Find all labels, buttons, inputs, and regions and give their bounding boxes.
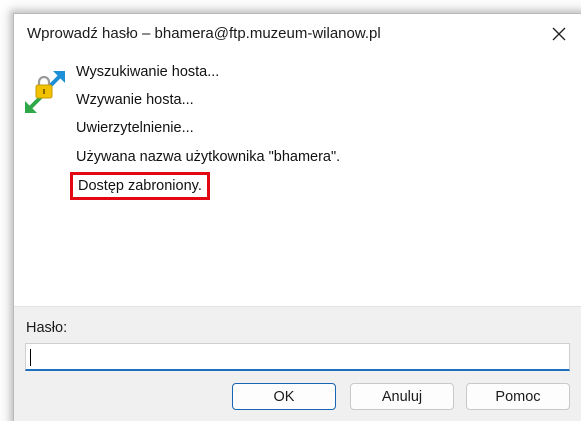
close-icon [552, 27, 566, 41]
log-line: Wyszukiwanie hosta... [76, 64, 220, 80]
password-input[interactable] [25, 343, 570, 371]
title-bar[interactable]: Wprowadź hasło – bhamera@ftp.muzeum-wila… [14, 14, 581, 54]
screen: Wprowadź hasło – bhamera@ftp.muzeum-wila… [0, 0, 581, 421]
log-line: Używana nazwa użytkownika "bhamera". [76, 149, 341, 165]
log-area: Wyszukiwanie hosta... Wzywanie hosta... … [14, 54, 581, 306]
cancel-button[interactable]: Anuluj [350, 383, 454, 410]
access-denied-line: Dostęp zabroniony. [70, 172, 210, 200]
close-button[interactable] [543, 19, 575, 49]
help-button[interactable]: Pomoc [466, 383, 570, 410]
password-panel: Hasło: OK Anuluj Pomoc [14, 306, 581, 421]
text-caret [30, 349, 31, 366]
window-title: Wprowadź hasło – bhamera@ftp.muzeum-wila… [27, 25, 381, 42]
log-line: Wzywanie hosta... [76, 92, 194, 108]
ok-button[interactable]: OK [232, 383, 336, 410]
password-label: Hasło: [26, 320, 68, 336]
connection-lock-icon [23, 69, 67, 115]
log-line: Uwierzytelnienie... [76, 120, 194, 136]
password-dialog: Wprowadź hasło – bhamera@ftp.muzeum-wila… [13, 13, 581, 421]
